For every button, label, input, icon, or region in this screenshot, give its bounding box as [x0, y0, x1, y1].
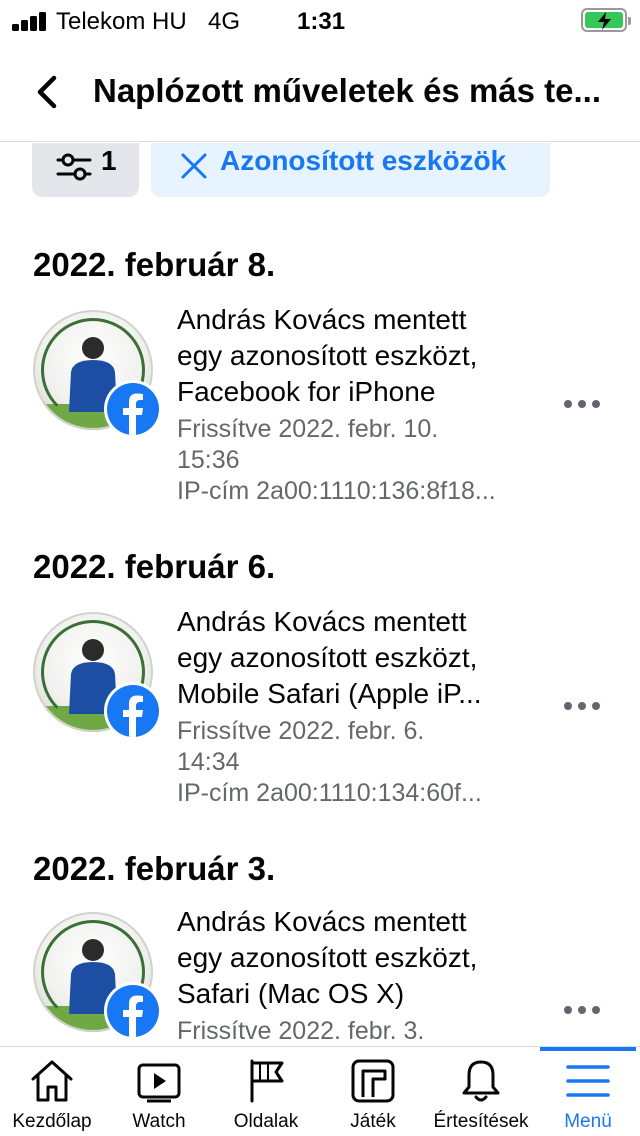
filter-settings-button[interactable]: 1 [32, 143, 139, 197]
more-options-button[interactable] [564, 392, 604, 416]
network-type: 4G [208, 8, 241, 35]
entry-title: András Kovács mentett egy azonosított es… [177, 606, 482, 709]
facebook-icon [104, 380, 162, 438]
more-options-button[interactable] [564, 998, 604, 1022]
chevron-left-icon [37, 75, 57, 109]
date-heading: 2022. február 8. [33, 246, 276, 283]
signal-strength-icon [12, 11, 48, 31]
entry-title: András Kovács mentett egy azonosított es… [177, 906, 478, 1009]
sliders-icon [56, 153, 92, 181]
battery-charging-icon [581, 8, 631, 32]
entry-meta: Frissítve 2022. febr. 6. 14:34 IP-cím 2a… [177, 717, 482, 807]
tab-menu[interactable]: Menü [536, 1047, 640, 1136]
tab-gaming[interactable]: Játék [321, 1047, 425, 1136]
activity-entry[interactable]: András Kovács mentett egy azonosított es… [0, 606, 640, 812]
nav-header: Naplózott műveletek és más te... [0, 44, 640, 142]
home-icon [31, 1060, 73, 1102]
gaming-icon [351, 1059, 395, 1103]
date-heading: 2022. február 6. [33, 548, 276, 585]
activity-entry[interactable]: András Kovács mentett egy azonosított es… [0, 304, 640, 510]
flag-icon [250, 1059, 284, 1103]
facebook-icon [104, 982, 162, 1040]
tab-watch[interactable]: Watch [107, 1047, 211, 1136]
menu-icon [566, 1065, 610, 1097]
watch-icon [137, 1063, 181, 1103]
more-options-button[interactable] [564, 694, 604, 718]
active-filter-chip[interactable]: Azonosított eszközök [151, 143, 550, 197]
filter-count: 1 [101, 145, 117, 176]
entry-title: András Kovács mentett egy azonosított es… [177, 304, 478, 407]
status-bar: Telekom HU 4G 1:31 [0, 0, 640, 42]
status-time: 1:31 [297, 8, 346, 35]
bottom-tab-bar: Kezdőlap Watch Oldalak Játék Értesítések… [0, 1046, 640, 1136]
entry-meta: Frissítve 2022. febr. 10. 15:36 IP-cím 2… [177, 415, 496, 505]
back-button[interactable] [26, 70, 70, 114]
active-filter-label: Azonosított eszközök [220, 145, 507, 176]
tab-home[interactable]: Kezdőlap [0, 1047, 104, 1136]
entry-meta: Frissítve 2022. febr. 3. [177, 1017, 425, 1045]
date-heading: 2022. február 3. [33, 850, 276, 887]
facebook-icon [104, 682, 162, 740]
carrier-name: Telekom HU [56, 8, 187, 35]
close-icon[interactable] [179, 149, 209, 185]
tab-pages[interactable]: Oldalak [214, 1047, 318, 1136]
tab-notifications[interactable]: Értesítések [428, 1047, 534, 1136]
bell-icon [462, 1060, 500, 1102]
page-title: Naplózott műveletek és más te... [93, 72, 602, 109]
